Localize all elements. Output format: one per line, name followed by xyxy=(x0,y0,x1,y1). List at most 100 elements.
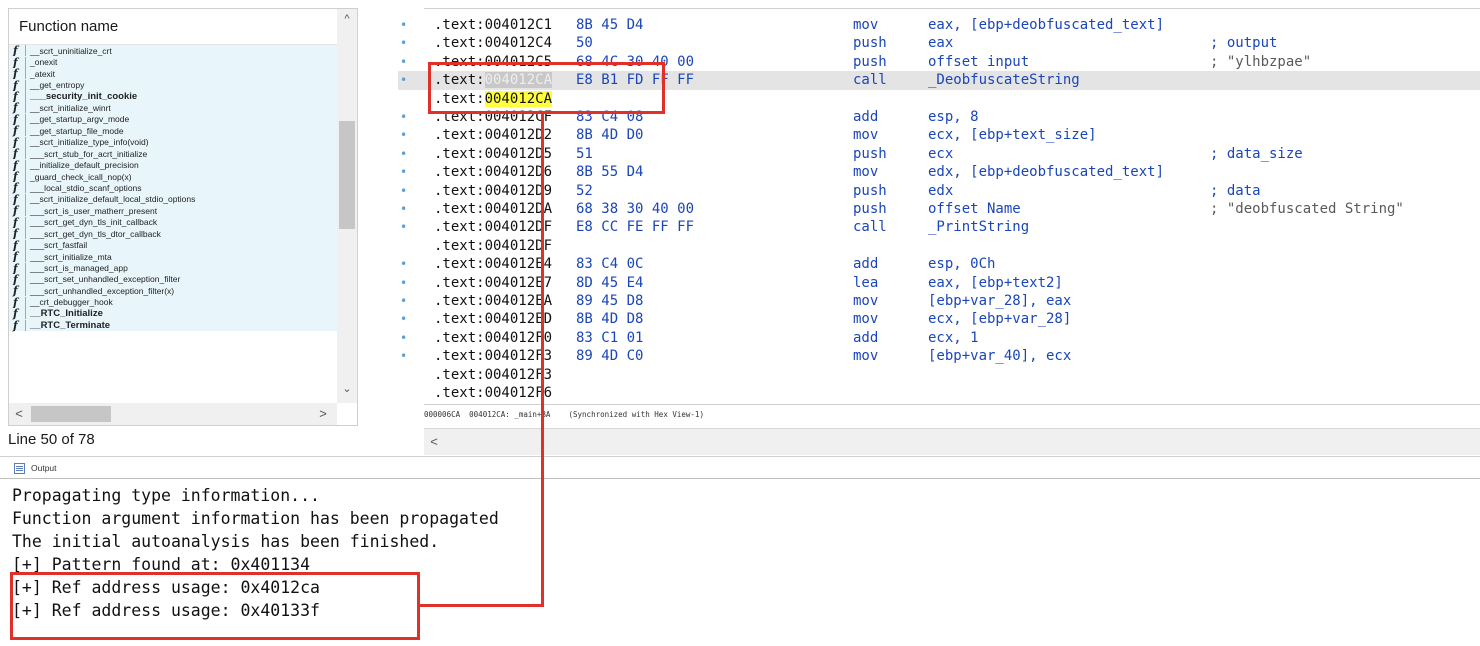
function-row-divider xyxy=(25,273,26,285)
scroll-left-icon[interactable]: < xyxy=(424,429,444,455)
line-marker-icon: • xyxy=(400,18,408,32)
disassembly-line[interactable]: • .text:004012E4 83 C4 0C add esp, 0Ch xyxy=(398,255,1480,273)
disassembly-line[interactable]: • .text:004012ED 8B 4D D8 mov ecx, [ebp+var_… xyxy=(398,310,1480,328)
function-list-item[interactable]: f __get_startup_argv_mode xyxy=(9,113,337,126)
function-list-item[interactable]: f ___scrt_is_user_matherr_present xyxy=(9,204,337,217)
scroll-down-icon[interactable]: ⌄ xyxy=(337,379,357,399)
line-marker-icon: • xyxy=(400,165,408,180)
function-row-divider xyxy=(25,102,26,114)
line-address[interactable]: .text:004012C4 xyxy=(434,34,552,52)
disassembly-line[interactable]: • .text:004012DF E8 CC FE FF FF call _PrintS… xyxy=(398,218,1480,236)
function-name: __get_startup_file_mode xyxy=(30,125,124,136)
function-list-item[interactable]: f ___scrt_initialize_mta xyxy=(9,250,337,263)
function-list-item[interactable]: f __RTC_Terminate xyxy=(9,319,337,332)
instruction-mnemonic: add xyxy=(853,329,879,346)
function-list-item[interactable]: f __scrt_initialize_type_info(void) xyxy=(9,136,337,149)
function-row-divider xyxy=(25,285,26,297)
disassembly-line[interactable]: • .text:004012E7 8D 45 E4 lea eax, [ebp+text… xyxy=(398,274,1480,292)
functions-vertical-scroll-thumb[interactable] xyxy=(339,121,355,229)
disassembly-line[interactable]: • .text:004012DA 68 38 30 40 00 push offset … xyxy=(398,200,1480,218)
disassembly-line[interactable]: • .text:004012F0 83 C1 01 add ecx, 1 xyxy=(398,329,1480,347)
function-row-divider xyxy=(25,136,26,148)
line-address[interactable]: .text:004012E7 xyxy=(434,274,552,292)
function-list-item[interactable]: f ___security_init_cookie xyxy=(9,90,337,103)
disassembly-line[interactable]: .text:004012F3 xyxy=(398,366,1480,384)
line-marker-icon: • xyxy=(400,110,408,124)
disassembly-line[interactable]: .text:004012DF xyxy=(398,237,1480,255)
function-list-item[interactable]: f ___scrt_fastfail xyxy=(9,239,337,252)
function-list-item[interactable]: f __initialize_default_precision xyxy=(9,159,337,172)
disassembly-line[interactable]: • .text:004012C1 8B 45 D4 mov eax, [ebp+deob… xyxy=(398,16,1480,34)
disassembly-line[interactable]: • .text:004012D6 8B 55 D4 mov edx, [ebp+deob… xyxy=(398,163,1480,181)
functions-horizontal-scroll-thumb[interactable] xyxy=(31,406,111,422)
function-list-item[interactable]: f __scrt_initialize_default_local_stdio_o… xyxy=(9,193,337,206)
line-address[interactable]: .text:004012F3 xyxy=(434,366,552,384)
disassembly-horizontal-scrollbar[interactable]: < xyxy=(424,428,1480,455)
instruction-mnemonic: mov xyxy=(853,127,879,144)
highlight-box-output xyxy=(10,572,420,640)
function-list-item[interactable]: f _guard_check_icall_nop(x) xyxy=(9,170,337,183)
instruction-operands: ecx, [ebp+text_size] xyxy=(928,127,1097,144)
disassembly-line[interactable]: • .text:004012D5 51 push ecx ; data_size xyxy=(398,145,1480,163)
function-name: ___scrt_set_unhandled_exception_filter xyxy=(30,274,181,285)
function-list-item[interactable]: f ___scrt_is_managed_app xyxy=(9,262,337,275)
line-address[interactable]: .text:004012DA xyxy=(434,200,552,218)
line-address[interactable]: .text:004012D6 xyxy=(434,163,552,181)
address-segment: .text: xyxy=(434,385,485,401)
disassembly-line[interactable]: .text:004012F6 xyxy=(398,384,1480,402)
line-address[interactable]: .text:004012F3 xyxy=(434,347,552,365)
line-address[interactable]: .text:004012DF xyxy=(434,218,552,236)
line-address[interactable]: .text:004012C1 xyxy=(434,16,552,34)
disassembly-line[interactable]: • .text:004012D2 8B 4D D0 mov ecx, [ebp+text… xyxy=(398,126,1480,144)
disassembly-line[interactable]: • .text:004012F3 89 4D C0 mov [ebp+var_40], … xyxy=(398,347,1480,365)
line-address[interactable]: .text:004012D5 xyxy=(434,145,552,163)
line-address[interactable]: .text:004012EA xyxy=(434,292,552,310)
function-list-item[interactable]: f __scrt_initialize_winrt xyxy=(9,101,337,114)
instruction-bytes: E8 CC FE FF FF xyxy=(576,219,695,236)
line-address[interactable]: .text:004012DF xyxy=(434,237,552,255)
function-list-item[interactable]: f __crt_debugger_hook xyxy=(9,296,337,309)
function-row-divider xyxy=(25,113,26,125)
function-list-item[interactable]: f ___scrt_get_dyn_tls_init_callback xyxy=(9,216,337,229)
scroll-right-icon[interactable]: > xyxy=(313,403,333,425)
function-row-divider xyxy=(25,68,26,80)
disassembly-line[interactable]: • .text:004012EA 89 45 D8 mov [ebp+var_28], … xyxy=(398,292,1480,310)
address-value: 004012C4 xyxy=(484,35,553,52)
scroll-up-icon[interactable]: ^ xyxy=(337,9,357,29)
line-address[interactable]: .text:004012F0 xyxy=(434,329,552,347)
instruction-bytes: 8B 4D D8 xyxy=(576,311,644,328)
line-address[interactable]: .text:004012E4 xyxy=(434,255,552,273)
function-name: ___scrt_get_dyn_tls_init_callback xyxy=(30,217,158,228)
function-list-item[interactable]: f _atexit xyxy=(9,67,337,80)
function-list-item[interactable]: f __RTC_Initialize xyxy=(9,307,337,320)
function-list-item[interactable]: f __scrt_uninitialize_crt xyxy=(9,45,337,57)
instruction-bytes: 89 45 D8 xyxy=(576,293,644,309)
functions-horizontal-scrollbar[interactable]: < > xyxy=(9,403,337,425)
line-address[interactable]: .text:004012D9 xyxy=(434,182,552,200)
functions-column-header[interactable]: Function name xyxy=(9,9,337,45)
function-list-item[interactable]: f ___local_stdio_scanf_options xyxy=(9,181,337,194)
line-address[interactable]: .text:004012F6 xyxy=(434,384,552,402)
function-name: ___scrt_unhandled_exception_filter(x) xyxy=(30,285,175,296)
function-list-item[interactable]: f __get_startup_file_mode xyxy=(9,124,337,137)
instruction-operands: esp, 0Ch xyxy=(928,256,996,273)
function-list-item[interactable]: f ___scrt_get_dyn_tls_dtor_callback xyxy=(9,227,337,240)
scroll-left-icon[interactable]: < xyxy=(9,403,29,425)
address-segment: .text: xyxy=(434,35,485,52)
disassembly-line[interactable]: • .text:004012C4 50 push eax ; output xyxy=(398,34,1480,52)
line-marker-icon: • xyxy=(400,312,408,327)
instruction-operands: esp, 8 xyxy=(928,109,979,125)
line-address[interactable]: .text:004012ED xyxy=(434,310,552,328)
function-list-item[interactable]: f ___scrt_unhandled_exception_filter(x) xyxy=(9,284,337,297)
line-marker-icon: • xyxy=(400,183,408,198)
line-address[interactable]: .text:004012D2 xyxy=(434,126,552,144)
functions-vertical-scrollbar[interactable]: ^ ⌄ xyxy=(337,9,357,403)
highlight-box-disassembly xyxy=(428,62,665,114)
disassembly-line[interactable]: • .text:004012D9 52 push edx ; data xyxy=(398,182,1480,200)
line-marker-icon: • xyxy=(400,128,408,143)
function-list-item[interactable]: f _onexit xyxy=(9,56,337,69)
function-list-item[interactable]: f ___scrt_set_unhandled_exception_filter xyxy=(9,273,337,286)
output-tab[interactable]: Output xyxy=(14,461,57,475)
function-list-item[interactable]: f __get_entropy xyxy=(9,79,337,92)
function-list-item[interactable]: f ___scrt_stub_for_acrt_initialize xyxy=(9,147,337,160)
